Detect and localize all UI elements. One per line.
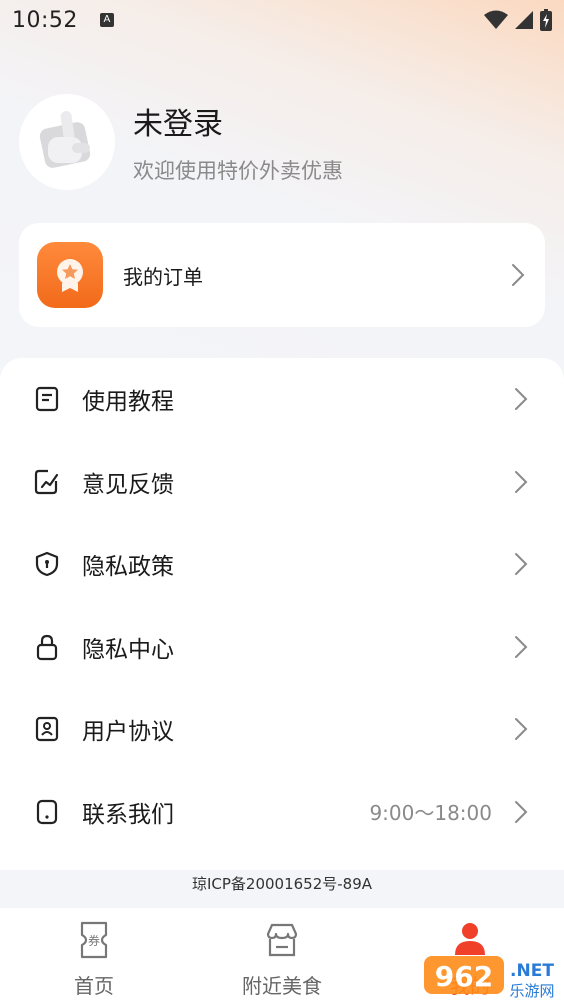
status-icons [484, 9, 552, 31]
status-time: 10:52 [12, 7, 78, 33]
signal-icon [515, 11, 533, 29]
store-icon [264, 920, 300, 960]
my-orders-card[interactable]: 我的订单 [19, 223, 545, 327]
tab-label: 附近美食 [242, 974, 322, 998]
menu-item-privacy-center[interactable]: 隐私中心 [0, 606, 564, 689]
chevron-right-icon [512, 264, 525, 286]
watermark-sub: 乐游网 [509, 982, 554, 1000]
tab-home[interactable]: 券 首页 [0, 908, 188, 1004]
order-badge-icon [37, 242, 103, 308]
hand-avatar-icon [39, 111, 91, 168]
login-status[interactable]: 未登录 [133, 99, 343, 143]
tab-nearby-food[interactable]: 附近美食 [188, 908, 376, 1004]
feedback-icon [34, 469, 60, 495]
menu-label: 联系我们 [82, 801, 174, 828]
svg-text:券: 券 [88, 933, 100, 948]
service-hours: 9:00～18:00 [369, 801, 492, 826]
wifi-icon [484, 10, 508, 29]
phone-icon [34, 799, 60, 825]
status-bar: 10:52 A [0, 0, 564, 40]
watermark-domain: .NET [510, 961, 554, 981]
notification-icon: A [99, 13, 114, 27]
chevron-right-icon [515, 388, 528, 411]
chevron-right-icon [515, 553, 528, 576]
chevron-right-icon [515, 718, 528, 741]
menu-label: 意见反馈 [82, 471, 174, 498]
shield-icon [34, 551, 60, 577]
chevron-right-icon [515, 470, 528, 493]
tab-label: 首页 [74, 974, 114, 998]
my-orders-label: 我的订单 [123, 264, 203, 289]
menu-item-privacy-policy[interactable]: 隐私政策 [0, 523, 564, 606]
watermark-brand: 962 [435, 960, 493, 993]
battery-icon [540, 9, 552, 31]
menu-label: 使用教程 [82, 389, 174, 416]
settings-menu: 使用教程 意见反馈 隐私政策 隐私中心 用户协议 联系我们 9:00～18:00 [0, 358, 564, 870]
agreement-icon [34, 716, 60, 742]
menu-item-user-agreement[interactable]: 用户协议 [0, 688, 564, 771]
avatar[interactable] [19, 94, 115, 190]
profile-section[interactable]: 未登录 欢迎使用特价外卖优惠 [19, 94, 343, 190]
chevron-right-icon [515, 635, 528, 658]
menu-label: 隐私中心 [82, 636, 174, 663]
lock-icon [34, 634, 60, 660]
menu-label: 用户协议 [82, 719, 174, 746]
guide-icon [34, 386, 60, 412]
chevron-right-icon [515, 800, 528, 823]
icp-license: 琼ICP备20001652号-89A [191, 875, 373, 893]
menu-item-feedback[interactable]: 意见反馈 [0, 441, 564, 524]
welcome-text: 欢迎使用特价外卖优惠 [133, 159, 343, 183]
site-watermark: 962 .NET 乐游网 [424, 954, 560, 1000]
menu-label: 隐私政策 [82, 554, 174, 581]
menu-item-contact-us[interactable]: 联系我们 9:00～18:00 [0, 771, 564, 854]
menu-item-tutorial[interactable]: 使用教程 [0, 358, 564, 441]
coupon-icon: 券 [76, 920, 112, 960]
watermark-logo: 962 .NET 乐游网 [424, 956, 555, 1000]
